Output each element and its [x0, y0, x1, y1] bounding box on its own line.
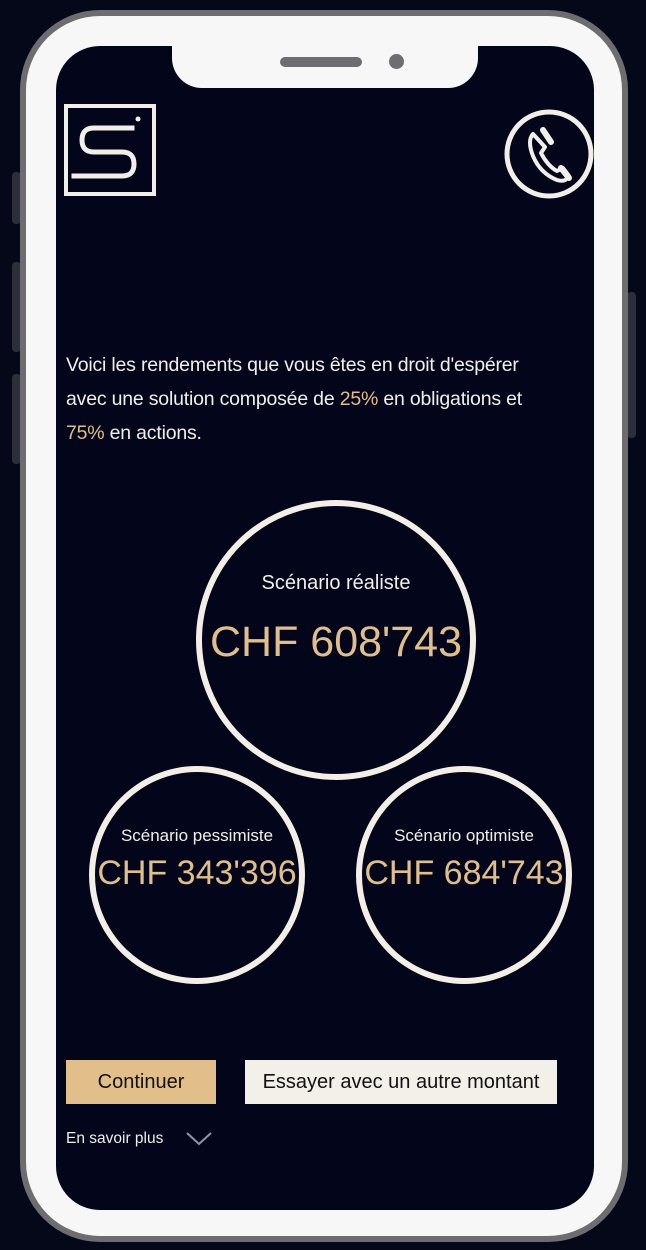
optimistic-scenario-value: CHF 684'743 — [364, 854, 564, 892]
intro-text: Voici les rendements que vous êtes en dr… — [66, 348, 576, 450]
continue-button[interactable]: Continuer — [66, 1060, 216, 1104]
brand-logo[interactable] — [64, 104, 160, 200]
app-screen: Voici les rendements que vous êtes en dr… — [56, 46, 594, 1210]
optimistic-scenario-circle: Scénario optimiste CHF 684'743 — [356, 766, 572, 984]
stage: Voici les rendements que vous êtes en dr… — [0, 0, 646, 1250]
realistic-scenario-circle: Scénario réaliste CHF 608'743 — [196, 500, 476, 780]
equity-percentage: 75% — [66, 422, 105, 444]
realistic-scenario-label: Scénario réaliste — [261, 572, 411, 594]
device-power-button — [627, 292, 636, 438]
pessimistic-scenario-value: CHF 343'396 — [97, 854, 297, 892]
pessimistic-scenario-label: Scénario pessimiste — [120, 826, 274, 845]
try-other-amount-button[interactable]: Essayer avec un autre montant — [245, 1060, 557, 1104]
bond-percentage: 25% — [339, 388, 379, 410]
realistic-scenario-value: CHF 608'743 — [209, 618, 463, 666]
phone-icon — [504, 109, 594, 199]
s-logo-icon — [64, 104, 156, 196]
learn-more-label: En savoir plus — [66, 1130, 164, 1147]
optimistic-scenario-label: Scénario optimiste — [394, 826, 534, 845]
pessimistic-scenario-circle: Scénario pessimiste CHF 343'396 — [89, 766, 305, 984]
chevron-down-icon — [186, 1132, 213, 1146]
speaker-grille — [280, 57, 362, 67]
intro-line-2-suffix: en obligations et — [378, 388, 522, 410]
intro-line-3-suffix: en actions. — [104, 422, 202, 444]
intro-line-2-prefix: avec une solution composée de — [66, 388, 340, 410]
intro-line-1: Voici les rendements que vous êtes en dr… — [66, 354, 519, 376]
learn-more-toggle[interactable]: En savoir plus — [66, 1130, 213, 1148]
call-button[interactable] — [503, 108, 594, 200]
front-camera — [389, 54, 404, 69]
